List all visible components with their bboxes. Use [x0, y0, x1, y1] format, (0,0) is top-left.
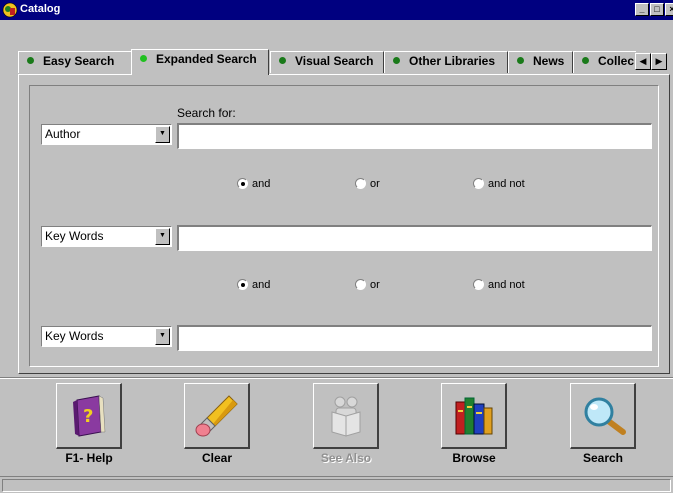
- radio-and-not-1[interactable]: and not: [473, 178, 525, 190]
- tab-indicator-icon: [393, 57, 400, 64]
- tab-collections[interactable]: Collec: [573, 51, 636, 73]
- title-bar: Catalog _ □ ×: [0, 0, 673, 20]
- browse-button-face[interactable]: [441, 383, 507, 449]
- minimize-button[interactable]: _: [635, 3, 649, 16]
- svg-text:?: ?: [83, 406, 93, 427]
- search-button[interactable]: Search: [570, 383, 636, 467]
- search-input-2[interactable]: [177, 225, 652, 251]
- tab-visual-search[interactable]: Visual Search: [270, 51, 384, 73]
- radio-circle: [355, 279, 366, 290]
- tab-label: Expanded Search: [156, 52, 257, 66]
- catalog-icon: [2, 2, 18, 18]
- radio-and-not-2[interactable]: and not: [473, 279, 525, 291]
- tab-strip: Easy Search Expanded Search Visual Searc…: [18, 49, 673, 75]
- see-also-button-label: See Also: [320, 451, 372, 465]
- radio-circle: [473, 279, 484, 290]
- clear-button-face[interactable]: [184, 383, 250, 449]
- search-button-label: Search: [582, 451, 624, 465]
- clear-button-label: Clear: [201, 451, 233, 465]
- browse-button-label: Browse: [452, 451, 496, 465]
- help-button-label: F1- Help: [65, 451, 113, 465]
- close-button[interactable]: ×: [665, 3, 673, 16]
- radio-label: or: [370, 178, 380, 190]
- tab-scroll-right-button[interactable]: ▶: [651, 53, 667, 70]
- field-select-3[interactable]: Key Words ▼: [41, 326, 172, 347]
- tab-news[interactable]: News: [508, 51, 573, 73]
- field-select-value: Author: [45, 127, 81, 141]
- reader-icon: [331, 396, 361, 437]
- expanded-search-panel: Search for: Author ▼ and or and not Key …: [18, 74, 670, 374]
- radio-label: and not: [488, 279, 525, 291]
- radio-label: and not: [488, 178, 525, 190]
- radio-and-2[interactable]: and: [237, 279, 270, 291]
- radio-or-1[interactable]: or: [355, 178, 380, 190]
- see-also-button-face[interactable]: [313, 383, 379, 449]
- radio-label: and: [252, 279, 271, 291]
- chevron-down-icon[interactable]: ▼: [155, 126, 170, 143]
- help-book-icon: ?: [73, 395, 106, 437]
- search-button-face[interactable]: [570, 383, 636, 449]
- window-title: Catalog: [20, 3, 61, 15]
- search-for-label: Search for:: [177, 106, 236, 120]
- search-form: Search for: Author ▼ and or and not Key …: [29, 85, 659, 367]
- status-pane: [2, 479, 671, 492]
- radio-circle: [237, 178, 248, 189]
- eraser-icon: [195, 395, 238, 437]
- tab-other-libraries[interactable]: Other Libraries: [384, 51, 508, 73]
- clear-button[interactable]: Clear: [184, 383, 250, 467]
- tab-indicator-icon: [279, 57, 286, 64]
- tab-easy-search[interactable]: Easy Search: [18, 51, 132, 73]
- tab-label: News: [533, 54, 565, 68]
- tab-indicator-icon: [27, 57, 34, 64]
- browse-button[interactable]: Browse: [441, 383, 507, 467]
- books-icon: [455, 397, 493, 435]
- radio-circle: [237, 279, 248, 290]
- field-select-value: Key Words: [45, 229, 104, 243]
- radio-label: and: [252, 178, 271, 190]
- tab-label: Collec: [598, 54, 635, 68]
- tab-expanded-search[interactable]: Expanded Search: [131, 49, 269, 75]
- tab-label: Visual Search: [295, 54, 374, 68]
- radio-label: or: [370, 279, 380, 291]
- field-select-2[interactable]: Key Words ▼: [41, 226, 172, 247]
- tab-indicator-icon: [140, 55, 147, 62]
- magnifier-icon: [584, 397, 626, 435]
- radio-or-2[interactable]: or: [355, 279, 380, 291]
- help-button[interactable]: ? F1- Help: [56, 383, 122, 467]
- radio-circle: [473, 178, 484, 189]
- field-select-1[interactable]: Author ▼: [41, 124, 172, 145]
- radio-circle: [355, 178, 366, 189]
- see-also-button[interactable]: See Also: [313, 383, 379, 467]
- radio-and-1[interactable]: and: [237, 178, 270, 190]
- search-input-3[interactable]: [177, 325, 652, 351]
- search-input-1[interactable]: [177, 123, 652, 149]
- help-button-face[interactable]: ?: [56, 383, 122, 449]
- maximize-button[interactable]: □: [650, 3, 664, 16]
- status-bar: [0, 476, 673, 493]
- chevron-down-icon[interactable]: ▼: [155, 228, 170, 245]
- field-select-value: Key Words: [45, 329, 104, 343]
- tab-scroll-left-button[interactable]: ◀: [635, 53, 651, 70]
- tab-indicator-icon: [517, 57, 524, 64]
- tab-indicator-icon: [582, 57, 589, 64]
- tab-label: Easy Search: [43, 54, 115, 68]
- toolbar-divider-highlight: [0, 378, 673, 379]
- tab-label: Other Libraries: [409, 54, 496, 68]
- chevron-down-icon[interactable]: ▼: [155, 328, 170, 345]
